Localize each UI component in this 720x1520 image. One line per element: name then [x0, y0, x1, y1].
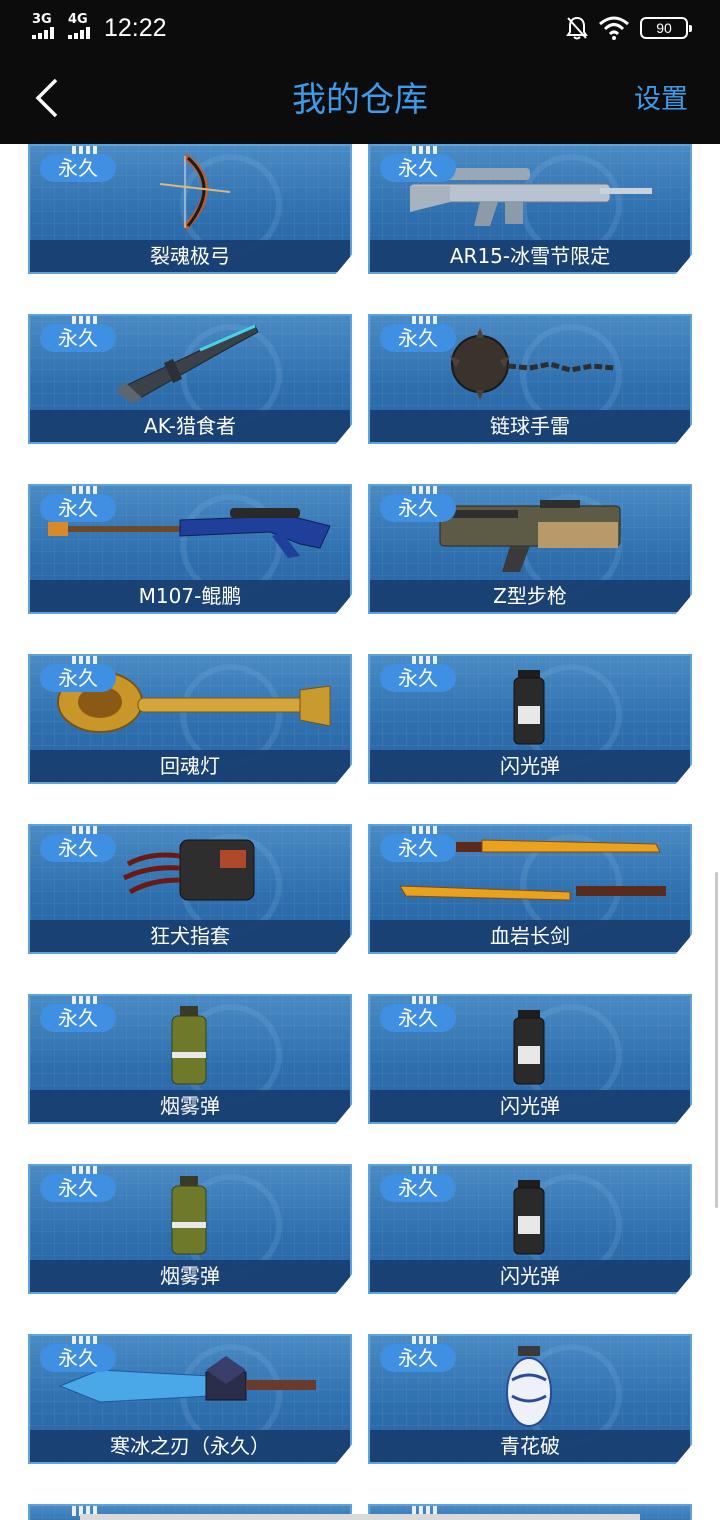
item-name: AR15-冰雪节限定 [370, 240, 690, 272]
signal-3g-label: 3G [32, 12, 52, 27]
status-bar: 3G 4G 12:22 90 [0, 0, 720, 56]
item-card[interactable]: 永久 烟雾弹 [28, 1164, 352, 1294]
item-card[interactable]: 永久 狂犬指套 [28, 824, 352, 954]
item-name: 链球手雷 [370, 410, 690, 442]
scrollbar[interactable] [715, 872, 718, 1208]
item-name: 血岩长剑 [370, 920, 690, 952]
item-name: 闪光弹 [370, 1260, 690, 1292]
mute-bell-icon [566, 16, 588, 40]
settings-button[interactable]: 设置 [634, 80, 688, 120]
duration-badge: 永久 [40, 324, 116, 352]
item-name: M107-鲲鹏 [30, 580, 350, 612]
item-card[interactable]: 永久 AK-猎食者 [28, 314, 352, 444]
item-name: Z型步枪 [370, 580, 690, 612]
warehouse-grid: 永久 裂魂极弓 永久 AR15-冰雪节限定 永久 AK-猎食者 永久 链球手雷 … [0, 144, 720, 1520]
item-card[interactable]: 永久 闪光弹 [368, 654, 692, 784]
duration-badge: 永久 [40, 834, 116, 862]
duration-badge: 永久 [380, 1174, 456, 1202]
clock: 12:22 [104, 14, 167, 42]
duration-badge: 永久 [40, 154, 116, 182]
item-name: 烟雾弹 [30, 1260, 350, 1292]
duration-badge: 永久 [40, 494, 116, 522]
bottom-divider [80, 1514, 640, 1520]
signal-3g-icon: 3G [32, 13, 64, 39]
item-name: 青花破 [370, 1430, 690, 1462]
item-card[interactable]: 永久 裂魂极弓 [28, 144, 352, 274]
item-name: 裂魂极弓 [30, 240, 350, 272]
page-title: 我的仓库 [292, 80, 428, 120]
duration-badge: 永久 [40, 1174, 116, 1202]
battery-icon: 90 [640, 17, 692, 39]
item-card[interactable]: 永久 烟雾弹 [28, 994, 352, 1124]
item-card[interactable]: 永久 血岩长剑 [368, 824, 692, 954]
duration-badge: 永久 [380, 494, 456, 522]
item-card[interactable]: 永久 Z型步枪 [368, 484, 692, 614]
duration-badge: 永久 [380, 324, 456, 352]
item-name: 闪光弹 [370, 1090, 690, 1122]
nav-bar: 我的仓库 设置 [0, 56, 720, 144]
item-card[interactable]: 永久 闪光弹 [368, 1164, 692, 1294]
duration-badge: 永久 [380, 834, 456, 862]
item-card[interactable]: 永久 AR15-冰雪节限定 [368, 144, 692, 274]
signal-4g-icon: 4G [68, 13, 100, 39]
item-name: 回魂灯 [30, 750, 350, 782]
duration-badge: 永久 [380, 1004, 456, 1032]
item-card[interactable]: 永久 青花破 [368, 1334, 692, 1464]
item-name: 狂犬指套 [30, 920, 350, 952]
item-card[interactable]: 永久 闪光弹 [368, 994, 692, 1124]
battery-level: 90 [656, 20, 672, 36]
item-name: 烟雾弹 [30, 1090, 350, 1122]
signal-4g-label: 4G [68, 12, 88, 27]
duration-badge: 永久 [380, 1344, 456, 1372]
duration-badge: 永久 [40, 1004, 116, 1032]
item-name: AK-猎食者 [30, 410, 350, 442]
duration-badge: 永久 [380, 154, 456, 182]
item-card[interactable]: 永久 M107-鲲鹏 [28, 484, 352, 614]
wifi-icon [599, 16, 629, 40]
duration-badge: 永久 [40, 1344, 116, 1372]
item-card[interactable]: 永久 寒冰之刃（永久） [28, 1334, 352, 1464]
duration-badge: 永久 [380, 664, 456, 692]
item-card[interactable]: 永久 回魂灯 [28, 654, 352, 784]
item-card[interactable]: 永久 链球手雷 [368, 314, 692, 444]
item-name: 闪光弹 [370, 750, 690, 782]
item-name: 寒冰之刃（永久） [30, 1430, 350, 1462]
duration-badge: 永久 [40, 664, 116, 692]
